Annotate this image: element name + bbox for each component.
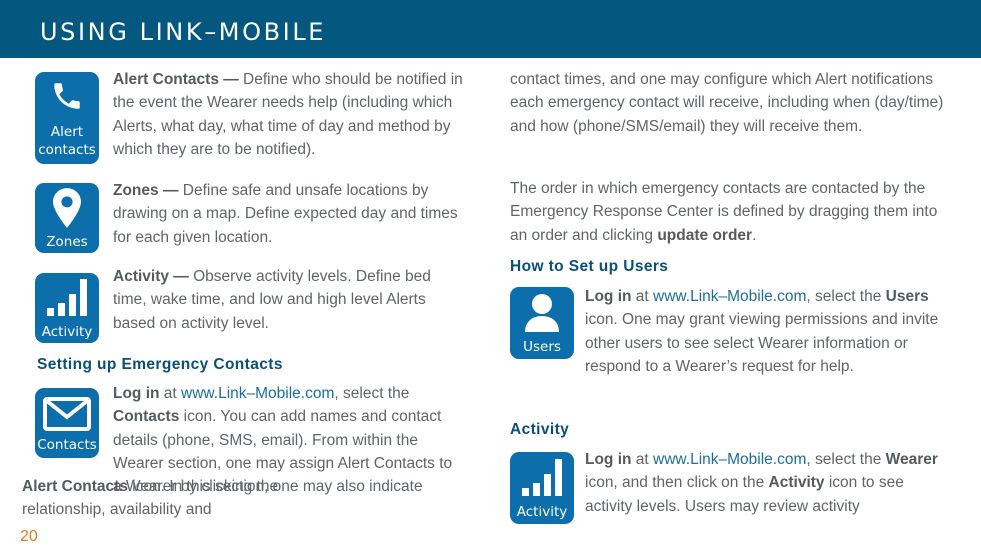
wearer-bold: Wearer — [885, 451, 938, 468]
login-label: Log in — [113, 385, 160, 402]
section-heading-emergency: Setting up Emergency Contacts — [37, 356, 283, 373]
feature-alert-contacts: Alert Contacts — Define who should be no… — [113, 68, 463, 161]
emergency-contacts-text-continued: Alert Contacts icon. In this section, on… — [22, 475, 472, 522]
feature-title: Alert Contacts — — [113, 71, 239, 88]
text: , select the — [334, 385, 410, 402]
icon-label: contacts — [38, 142, 96, 158]
envelope-icon — [43, 397, 91, 431]
page-header: USING LINK–MOBILE — [0, 0, 981, 58]
website-link[interactable]: www.Link–Mobile.com — [653, 451, 806, 468]
login-label: Log in — [585, 451, 632, 468]
login-label: Log in — [585, 288, 632, 305]
icon-label: Alert — [50, 124, 84, 140]
contacts-icon-tile: Contacts — [35, 388, 99, 458]
page-title: USING LINK–MOBILE — [40, 18, 327, 46]
icon-label: Activity — [41, 324, 93, 340]
text: . — [752, 226, 757, 244]
website-link[interactable]: www.Link–Mobile.com — [653, 288, 806, 305]
section-heading-activity: Activity — [510, 421, 570, 438]
icon-label: Users — [523, 339, 561, 355]
update-order-bold: update order — [657, 226, 753, 244]
text: , select the — [806, 288, 886, 305]
page-number: 20 — [20, 528, 38, 545]
contacts-bold: Contacts — [113, 408, 180, 426]
users-icon-tile: Users — [510, 287, 574, 359]
website-link[interactable]: www.Link–Mobile.com — [181, 385, 334, 402]
alert-contacts-icon-tile: Alert contacts — [35, 72, 99, 164]
phone-icon — [54, 83, 80, 109]
map-pin-icon — [53, 188, 81, 228]
users-text: Log in at www.Link–Mobile.com, select th… — [585, 285, 945, 378]
feature-title: Activity — — [113, 268, 189, 285]
zones-icon-tile: Zones — [35, 183, 99, 253]
user-icon — [525, 294, 559, 332]
text: icon. One may grant viewing permissions … — [585, 311, 939, 375]
activity-icon-tile: Activity — [510, 452, 574, 524]
icon-label: Contacts — [37, 437, 97, 453]
icon-label: Zones — [46, 234, 88, 250]
activity-icon-tile: Activity — [35, 273, 99, 343]
users-bold: Users — [885, 288, 929, 305]
activity-bold: Activity — [768, 474, 825, 492]
feature-activity: Activity — Observe activity levels. Defi… — [113, 265, 463, 335]
text: at — [159, 385, 182, 402]
text: , select the — [806, 451, 886, 468]
activity-text: Log in at www.Link–Mobile.com, select th… — [585, 448, 945, 518]
alert-contacts-bold: Alert Contacts — [22, 478, 128, 495]
feature-zones: Zones — Define safe and unsafe locations… — [113, 179, 463, 249]
icon-label: Activity — [516, 504, 568, 520]
text: icon, and then click on the — [585, 474, 769, 492]
section-heading-users: How to Set up Users — [510, 258, 669, 275]
order-paragraph: The order in which emergency contacts ar… — [510, 177, 940, 247]
activity-bars-icon — [47, 279, 87, 316]
continued-paragraph: contact times, and one may configure whi… — [510, 71, 944, 135]
activity-bars-icon — [522, 459, 562, 496]
text: at — [631, 451, 654, 468]
feature-title: Zones — — [113, 182, 179, 199]
text: at — [631, 288, 654, 305]
